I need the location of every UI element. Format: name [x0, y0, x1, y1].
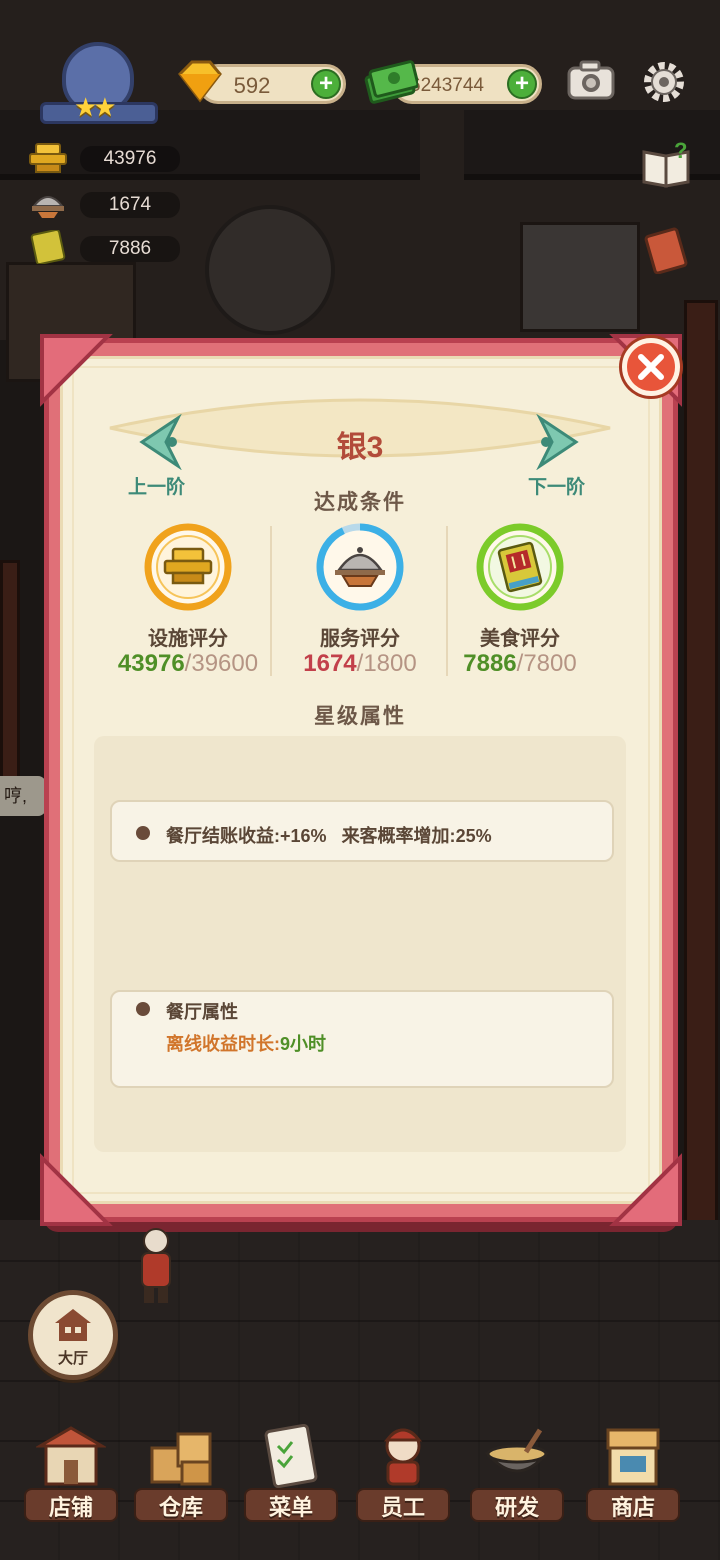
service-score-value: 1674: [80, 192, 180, 218]
bottom-nav: 店铺 仓库 菜单 员工 研发 商店: [0, 1410, 720, 1560]
hall-label: 大厅: [57, 1350, 88, 1367]
nav-label: 仓库: [158, 1495, 203, 1520]
nav-warehouse[interactable]: 仓库: [126, 1410, 236, 1530]
warehouse-boxes-icon: [150, 1432, 212, 1486]
shop-building-icon: [36, 1426, 106, 1486]
hall-house-icon: [55, 1309, 91, 1341]
attributes-area: [94, 736, 626, 1152]
corner-ornament-bottom-left: [40, 1153, 113, 1226]
condition-required: /1800: [356, 650, 417, 677]
cash-stack-icon: [364, 60, 418, 104]
attributes-heading: 星级属性: [314, 705, 406, 728]
condition-ratio: 7886/7800: [420, 650, 620, 678]
svg-text:?: ?: [674, 138, 687, 163]
condition-current: 43976: [117, 650, 185, 677]
checkout-value: +16%: [280, 826, 327, 846]
top-hud: ★★ 592 + 6243744 + ? 43976 1674 7886: [0, 0, 720, 274]
corner-ornament-bottom-right: [609, 1153, 682, 1226]
bell-counter-icon: [29, 143, 67, 173]
bullet-dot: [136, 826, 150, 840]
store-stall-icon: [606, 1428, 660, 1486]
nav-store[interactable]: 商店: [578, 1410, 688, 1530]
nav-label: 店铺: [48, 1495, 93, 1520]
menu-clipboard-icon: [264, 1424, 318, 1488]
recipe-book-icon: [30, 230, 66, 264]
nav-menu[interactable]: 菜单: [236, 1410, 346, 1530]
nav-research[interactable]: 研发: [462, 1410, 572, 1530]
bonus-line: 餐厅结账收益:+16% 来客概率增加:25%: [166, 822, 492, 848]
condition-food: 美食评分 7886/7800: [430, 522, 610, 682]
condition-label: 服务评分: [320, 628, 400, 650]
gem-icon: [178, 60, 222, 103]
research-wok-icon: [484, 1428, 550, 1473]
nav-staff[interactable]: 员工: [348, 1410, 458, 1530]
visitor-value: 25%: [455, 826, 492, 846]
close-button[interactable]: [622, 338, 680, 396]
bonus-stats-box: 餐厅结账收益:+16% 来客概率增加:25%: [110, 800, 614, 862]
recipe-book-icon[interactable]: [642, 226, 690, 274]
service-score-ring: [316, 523, 404, 611]
offline-line: 离线收益时长:9小时: [166, 1030, 326, 1056]
bullet-dot: [136, 1002, 150, 1016]
bell-counter-icon: [163, 547, 213, 585]
chef-character: [141, 1228, 171, 1303]
offline-label: 离线收益时长:: [166, 1034, 280, 1054]
condition-label: 设施评分: [148, 628, 228, 650]
facility-score-ring: [144, 523, 232, 611]
visitor-label: 来客概率增加:: [341, 826, 456, 846]
condition-facility: 设施评分 43976/39600: [98, 522, 278, 682]
tier-title: 银3: [336, 431, 384, 464]
hall-button[interactable]: 大厅: [28, 1290, 118, 1380]
next-arrow-icon[interactable]: [536, 414, 582, 470]
condition-ratio: 43976/39600: [88, 650, 288, 678]
condition-required: /39600: [184, 650, 259, 677]
rank-badge[interactable]: ★★: [40, 42, 158, 128]
nav-label: 菜单: [268, 1495, 313, 1520]
restaurant-attr-box: 餐厅属性 离线收益时长:9小时: [110, 990, 614, 1088]
conditions-heading: 达成条件: [314, 491, 406, 514]
prev-arrow-icon[interactable]: [136, 414, 182, 470]
condition-current: 1674: [303, 650, 357, 677]
close-icon: [638, 354, 664, 380]
checkout-label: 餐厅结账收益:: [166, 826, 280, 846]
condition-current: 7886: [463, 650, 517, 677]
add-cash-button[interactable]: +: [507, 69, 537, 99]
condition-required: /7800: [516, 650, 577, 677]
nav-label: 商店: [610, 1495, 655, 1520]
serving-tray-icon: [31, 196, 65, 218]
offline-value: 9小时: [280, 1034, 327, 1054]
add-gems-button[interactable]: +: [311, 69, 341, 99]
help-book-icon[interactable]: ?: [640, 138, 694, 190]
nav-label: 研发: [494, 1495, 539, 1520]
restaurant-attr-heading: 餐厅属性: [166, 1002, 238, 1022]
prev-tier-button[interactable]: 上一阶: [128, 472, 185, 499]
nav-shop[interactable]: 店铺: [16, 1410, 126, 1530]
staff-chef-icon: [383, 1428, 423, 1486]
food-score-value: 7886: [80, 236, 180, 262]
camera-icon[interactable]: [566, 58, 616, 102]
condition-label: 美食评分: [480, 628, 560, 650]
nav-label: 员工: [380, 1495, 425, 1520]
rank-stars: ★★: [74, 92, 117, 122]
food-score-ring: [476, 523, 564, 611]
facility-score-value: 43976: [80, 146, 180, 172]
gear-icon[interactable]: [640, 58, 688, 106]
next-tier-button[interactable]: 下一阶: [528, 472, 585, 499]
